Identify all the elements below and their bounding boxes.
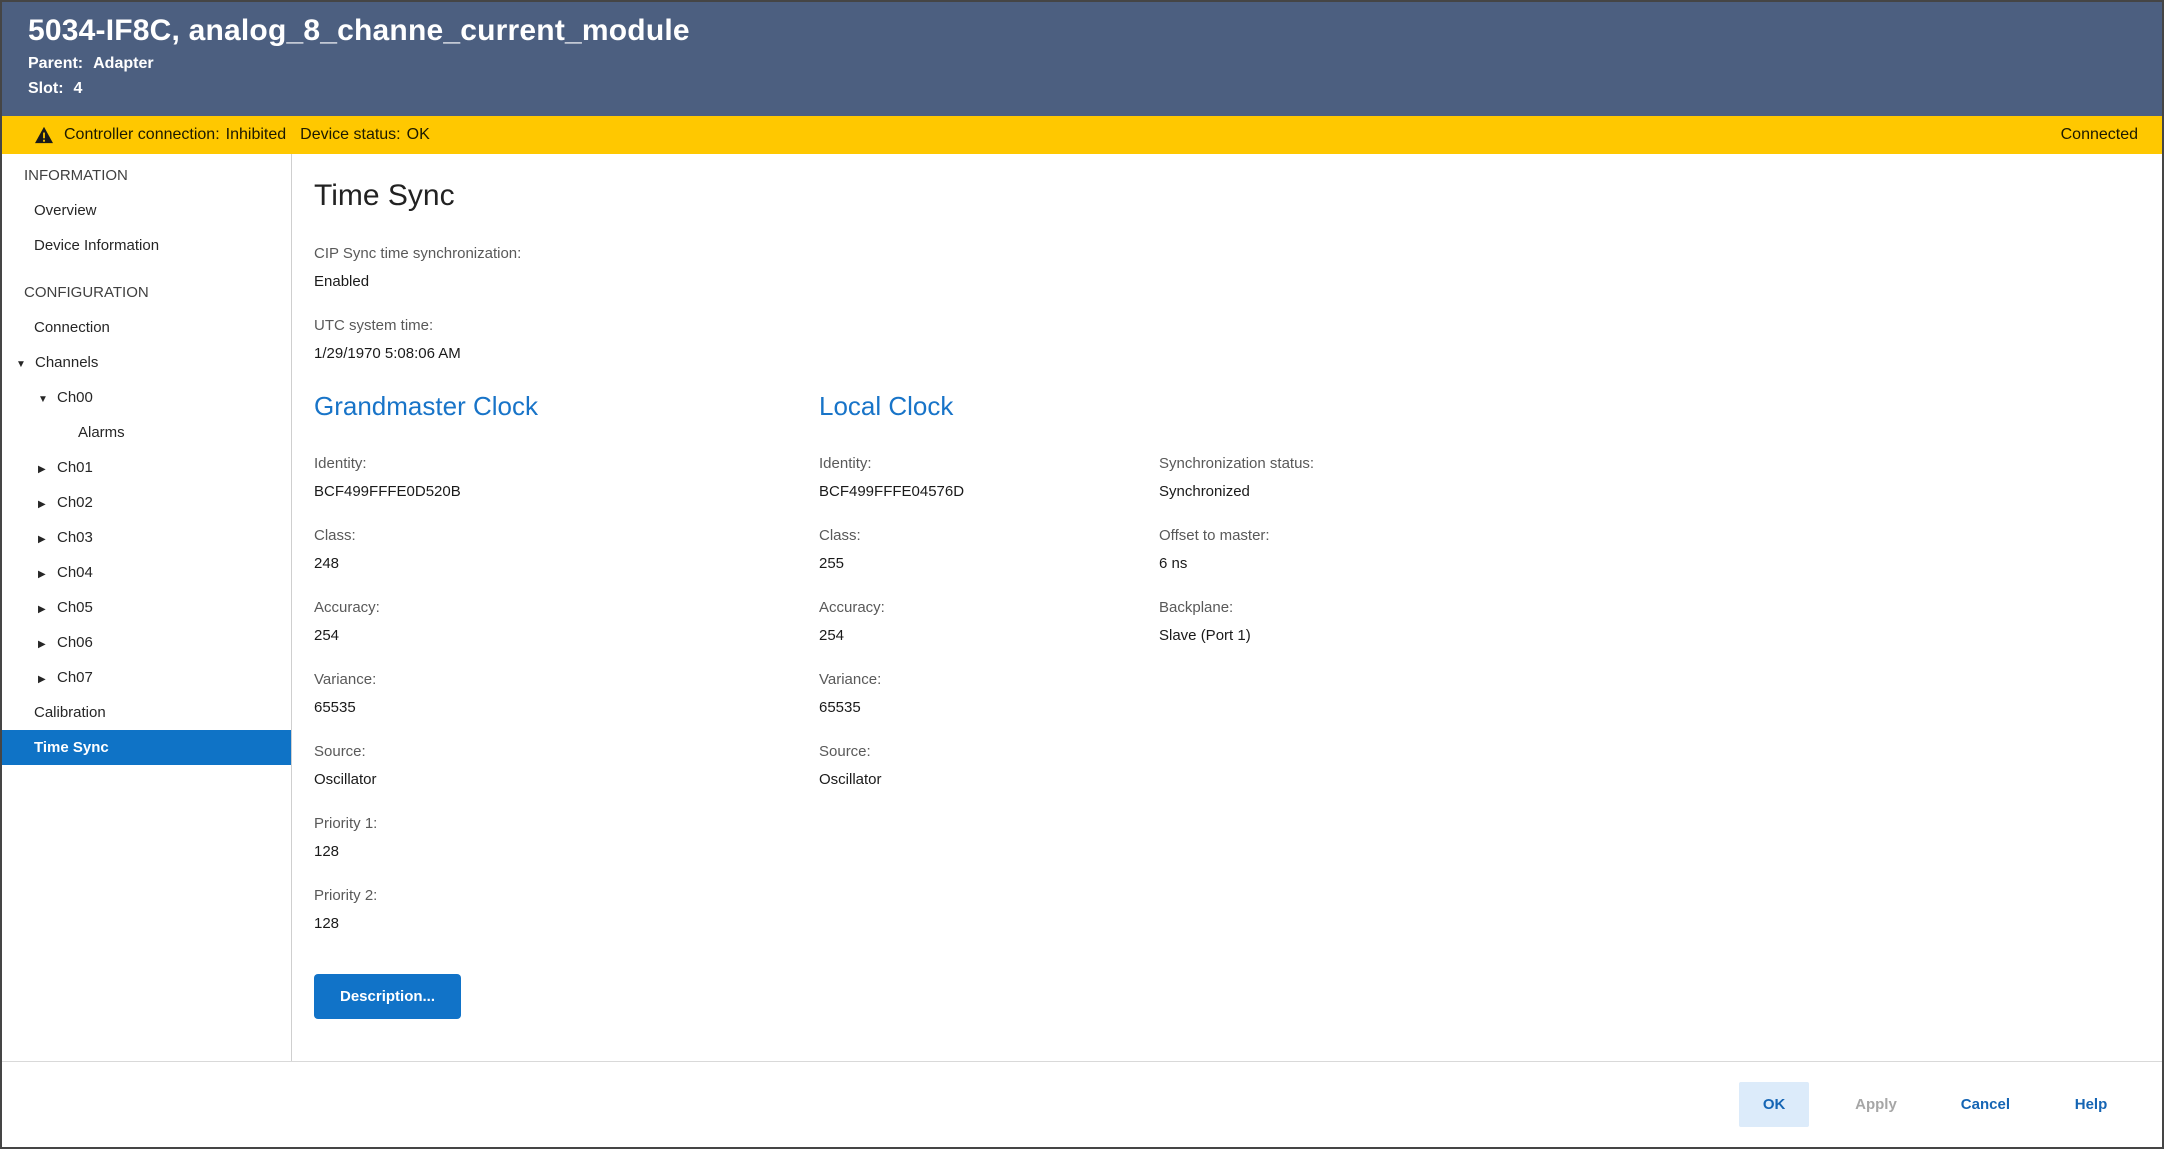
utc-time-label: UTC system time: bbox=[314, 316, 2162, 336]
dialog-footer: OK Apply Cancel Help bbox=[2, 1061, 2162, 1147]
status-bar: Controller connection:Inhibited Device s… bbox=[2, 116, 2162, 154]
cip-sync-label: CIP Sync time synchronization: bbox=[314, 244, 2162, 264]
cancel-button[interactable]: Cancel bbox=[1943, 1082, 2028, 1127]
main-area: INFORMATION Overview Device Information … bbox=[2, 154, 2162, 1061]
local-clock-section: Local Clock Identity: BCF499FFFE04576D C… bbox=[819, 388, 1159, 1019]
gm-source-field: Source: Oscillator bbox=[314, 742, 819, 790]
grandmaster-clock-section: Grandmaster Clock Identity: BCF499FFFE0D… bbox=[314, 388, 819, 1019]
sidebar-item-time-sync[interactable]: Time Sync bbox=[2, 730, 291, 765]
chevron-right-icon[interactable]: ▶ bbox=[38, 487, 51, 522]
sidebar-item-ch01[interactable]: ▶Ch01 bbox=[2, 450, 291, 485]
parent-value: Adapter bbox=[93, 55, 153, 72]
device-status: Device status:OK bbox=[300, 126, 430, 144]
local-clock-heading: Local Clock bbox=[819, 388, 1159, 424]
time-sync-panel: Time Sync CIP Sync time synchronization:… bbox=[292, 154, 2162, 1061]
lc-variance-field: Variance: 65535 bbox=[819, 670, 1159, 718]
chevron-down-icon[interactable]: ▼ bbox=[16, 347, 29, 382]
description-button[interactable]: Description... bbox=[314, 974, 461, 1019]
sidebar-item-channels[interactable]: ▼Channels bbox=[2, 345, 291, 380]
sidebar-item-ch06[interactable]: ▶Ch06 bbox=[2, 625, 291, 660]
gm-variance-field: Variance: 65535 bbox=[314, 670, 819, 718]
gm-accuracy-field: Accuracy: 254 bbox=[314, 598, 819, 646]
module-header: 5034-IF8C, analog_8_channe_current_modul… bbox=[2, 2, 2162, 116]
parent-label: Parent: bbox=[28, 55, 83, 72]
lc-identity-field: Identity: BCF499FFFE04576D bbox=[819, 454, 1159, 502]
slot-label: Slot: bbox=[28, 80, 64, 97]
backplane-field: Backplane: Slave (Port 1) bbox=[1159, 598, 2162, 646]
navigation-sidebar: INFORMATION Overview Device Information … bbox=[2, 154, 292, 1061]
connection-state: Connected bbox=[2061, 126, 2138, 144]
chevron-right-icon[interactable]: ▶ bbox=[38, 557, 51, 592]
chevron-right-icon[interactable]: ▶ bbox=[38, 627, 51, 662]
apply-button[interactable]: Apply bbox=[1837, 1082, 1915, 1127]
lc-class-field: Class: 255 bbox=[819, 526, 1159, 574]
sidebar-item-ch05[interactable]: ▶Ch05 bbox=[2, 590, 291, 625]
gm-priority1-field: Priority 1: 128 bbox=[314, 814, 819, 862]
slot-value: 4 bbox=[74, 80, 83, 97]
sidebar-item-ch03[interactable]: ▶Ch03 bbox=[2, 520, 291, 555]
ok-button[interactable]: OK bbox=[1739, 1082, 1809, 1127]
chevron-down-icon[interactable]: ▼ bbox=[38, 382, 51, 417]
parent-line: Parent: Adapter bbox=[28, 55, 2136, 73]
chevron-right-icon[interactable]: ▶ bbox=[38, 662, 51, 697]
utc-time-value: 1/29/1970 5:08:06 AM bbox=[314, 344, 2162, 364]
sync-status-field: Synchronization status: Synchronized bbox=[1159, 454, 2162, 502]
sidebar-item-overview[interactable]: Overview bbox=[2, 193, 291, 228]
sidebar-item-device-information[interactable]: Device Information bbox=[2, 228, 291, 263]
sidebar-item-alarms[interactable]: Alarms bbox=[2, 415, 291, 450]
clock-columns: Grandmaster Clock Identity: BCF499FFFE0D… bbox=[314, 388, 2162, 1019]
chevron-right-icon[interactable]: ▶ bbox=[38, 522, 51, 557]
lc-source-field: Source: Oscillator bbox=[819, 742, 1159, 790]
sidebar-item-ch00[interactable]: ▼Ch00 bbox=[2, 380, 291, 415]
gm-class-field: Class: 248 bbox=[314, 526, 819, 574]
heading-spacer bbox=[1159, 388, 2162, 454]
utc-time-field: UTC system time: 1/29/1970 5:08:06 AM bbox=[314, 316, 2162, 364]
nav-section-configuration: CONFIGURATION bbox=[2, 275, 291, 310]
grandmaster-clock-heading: Grandmaster Clock bbox=[314, 388, 819, 424]
page-title: 5034-IF8C, analog_8_channe_current_modul… bbox=[28, 14, 2136, 48]
sidebar-item-ch02[interactable]: ▶Ch02 bbox=[2, 485, 291, 520]
lc-accuracy-field: Accuracy: 254 bbox=[819, 598, 1159, 646]
controller-connection-status: Controller connection:Inhibited bbox=[64, 126, 286, 144]
nav-list: INFORMATION Overview Device Information … bbox=[2, 158, 291, 765]
chevron-right-icon[interactable]: ▶ bbox=[38, 452, 51, 487]
chevron-right-icon[interactable]: ▶ bbox=[38, 592, 51, 627]
sidebar-item-calibration[interactable]: Calibration bbox=[2, 695, 291, 730]
sidebar-item-ch07[interactable]: ▶Ch07 bbox=[2, 660, 291, 695]
help-button[interactable]: Help bbox=[2056, 1082, 2126, 1127]
slot-line: Slot: 4 bbox=[28, 80, 2136, 98]
gm-identity-field: Identity: BCF499FFFE0D520B bbox=[314, 454, 819, 502]
sync-status-section: Synchronization status: Synchronized Off… bbox=[1159, 388, 2162, 1019]
sidebar-item-ch04[interactable]: ▶Ch04 bbox=[2, 555, 291, 590]
sidebar-item-connection[interactable]: Connection bbox=[2, 310, 291, 345]
panel-title: Time Sync bbox=[314, 176, 2162, 216]
cip-sync-value: Enabled bbox=[314, 272, 2162, 292]
gm-priority2-field: Priority 2: 128 bbox=[314, 886, 819, 934]
cip-sync-field: CIP Sync time synchronization: Enabled bbox=[314, 244, 2162, 292]
offset-to-master-field: Offset to master: 6 ns bbox=[1159, 526, 2162, 574]
warning-triangle-icon bbox=[34, 126, 54, 144]
nav-section-information: INFORMATION bbox=[2, 158, 291, 193]
